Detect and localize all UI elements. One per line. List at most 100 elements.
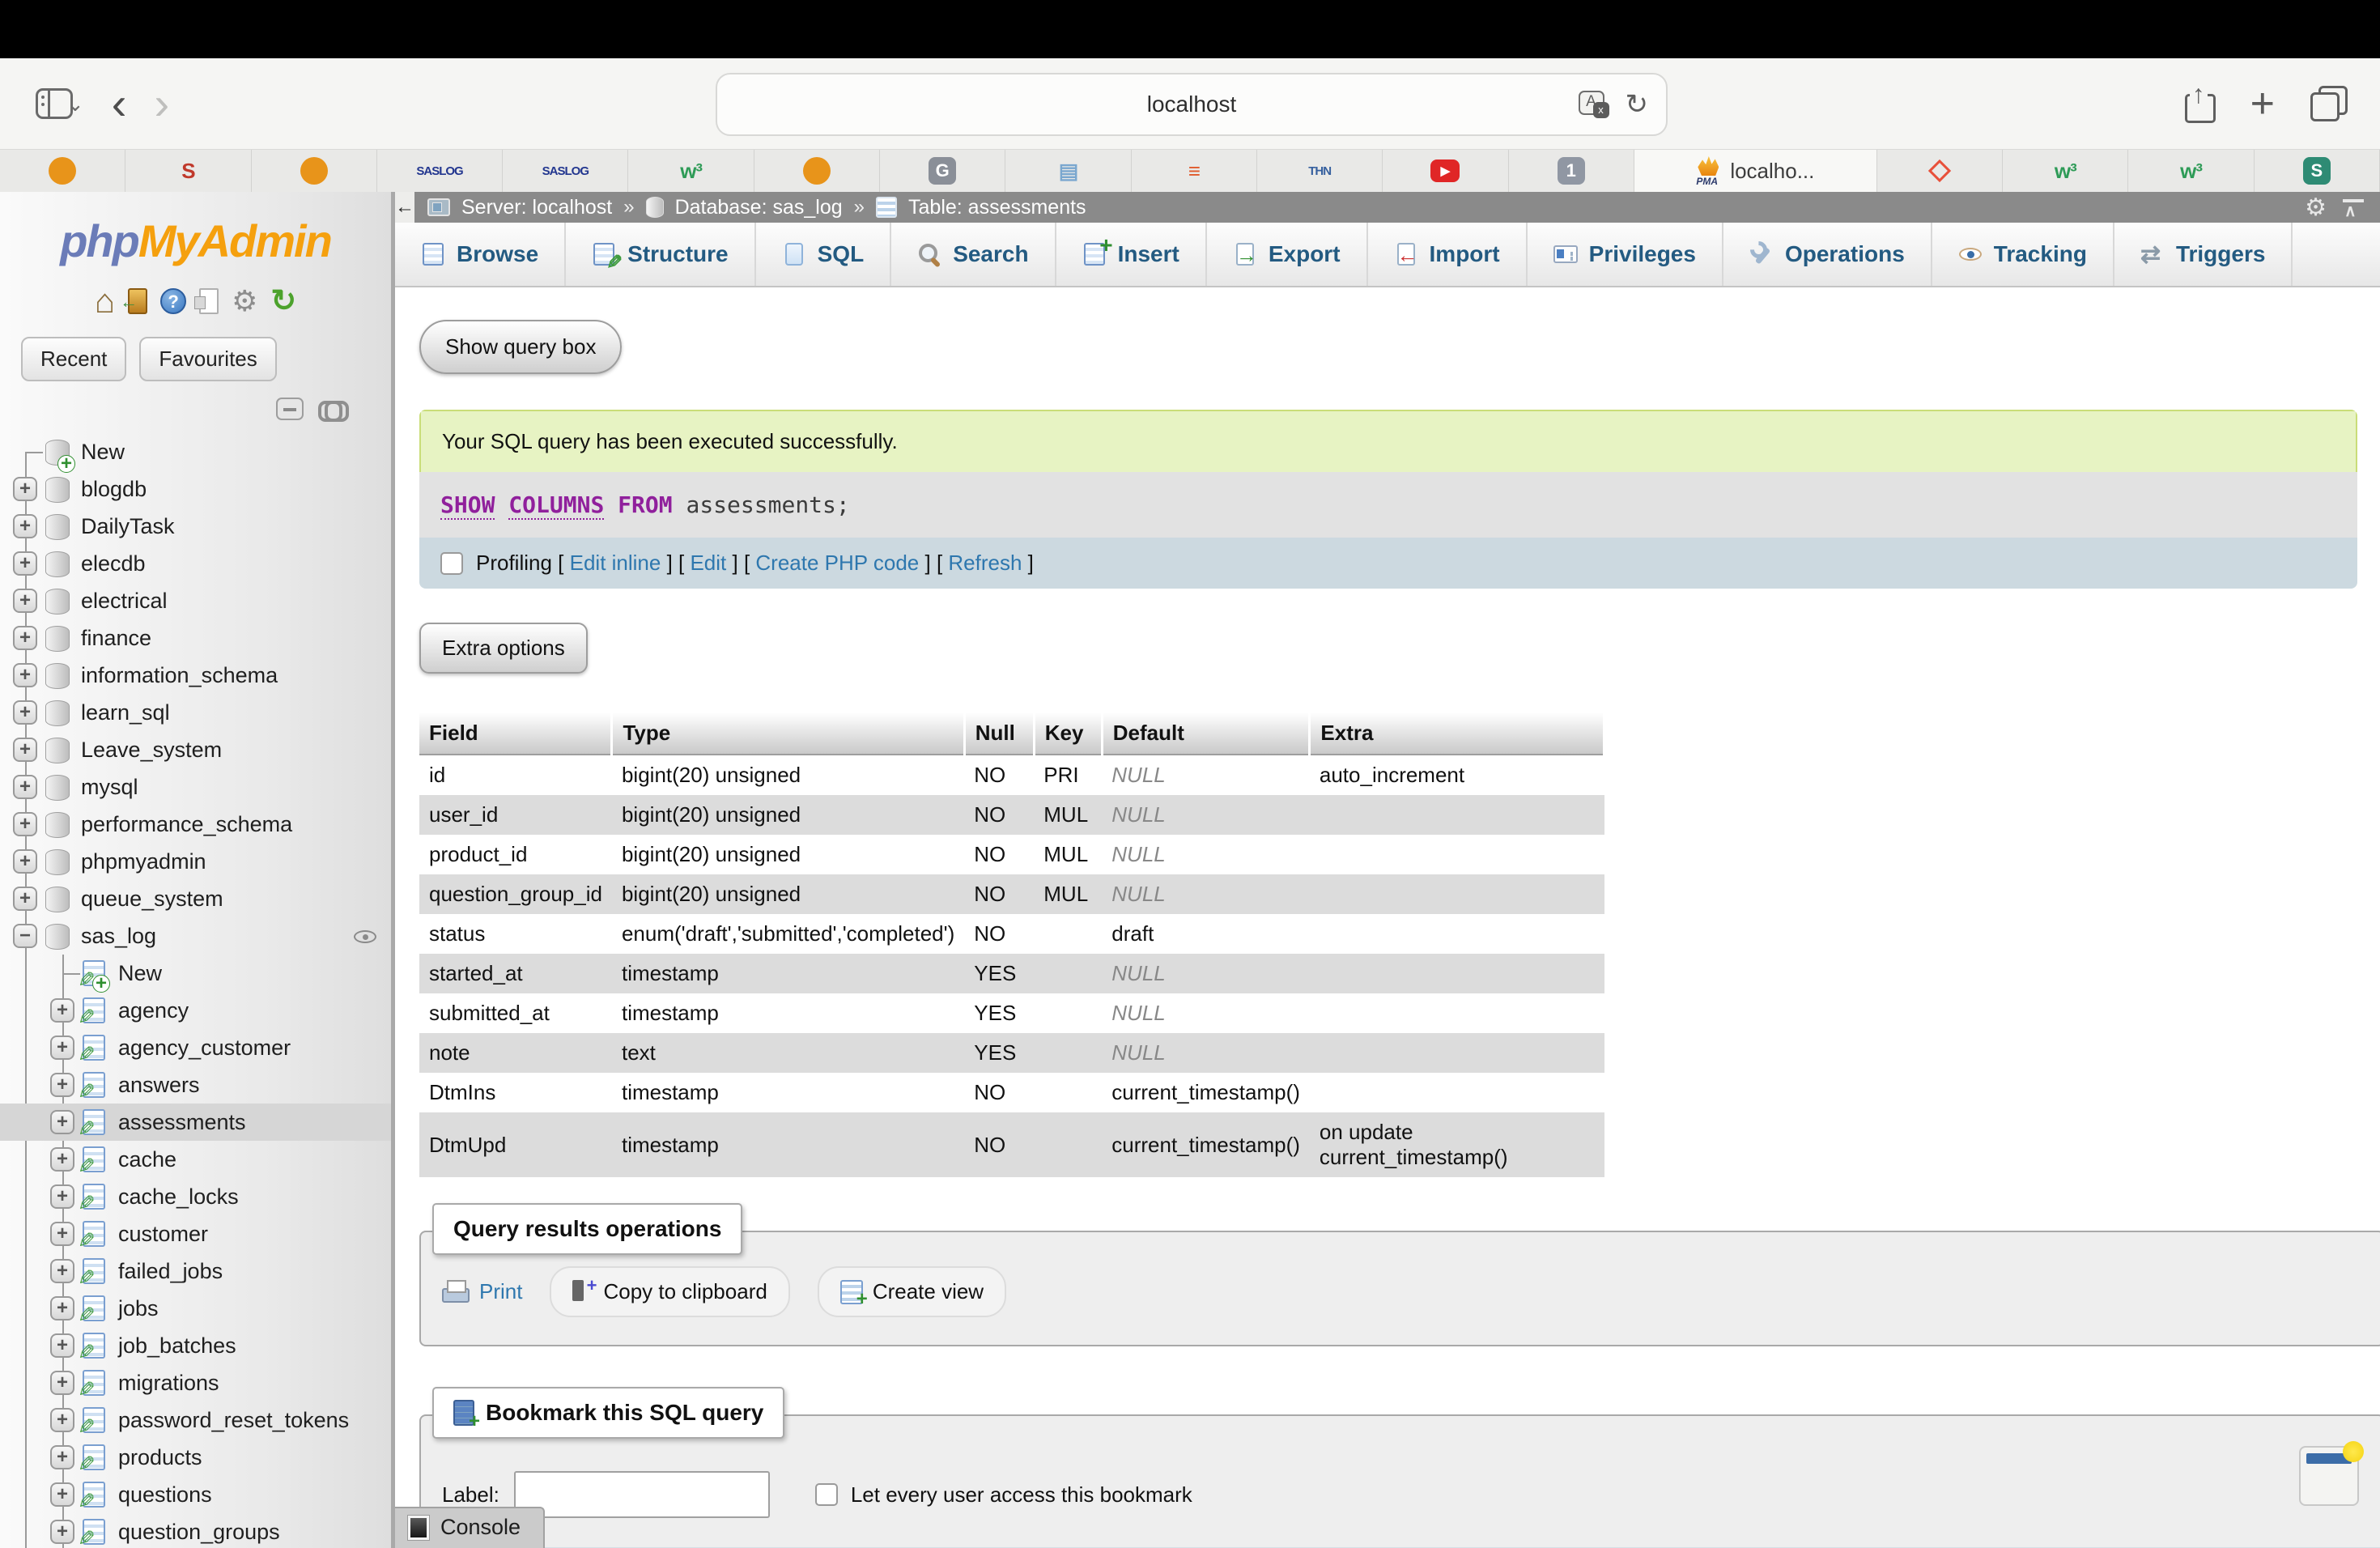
expand-plus-icon[interactable]: + xyxy=(50,998,74,1023)
reload-icon[interactable]: ↻ xyxy=(1626,88,1649,121)
browser-tab[interactable]: SASLOG xyxy=(377,150,503,192)
sidebar-item-failed-jobs[interactable]: +failed_jobs xyxy=(0,1252,391,1290)
browser-tab[interactable]: ≡ xyxy=(1132,150,1257,192)
translate-icon[interactable] xyxy=(1579,91,1609,118)
sidebar-item-new[interactable]: New xyxy=(0,433,391,470)
expand-plus-icon[interactable]: + xyxy=(50,1445,74,1469)
browser-tab[interactable]: w³ xyxy=(2128,150,2254,192)
sidebar-item-phpmyadmin[interactable]: +phpmyadmin xyxy=(0,843,391,880)
copy-to-clipboard-button[interactable]: Copy to clipboard xyxy=(550,1266,789,1317)
sidebar-item-agency[interactable]: +agency xyxy=(0,992,391,1029)
browser-tab[interactable]: THN xyxy=(1257,150,1383,192)
sidebar-item-dailytask[interactable]: +DailyTask xyxy=(0,508,391,545)
browser-tab[interactable] xyxy=(0,150,125,192)
expand-plus-icon[interactable]: + xyxy=(50,1147,74,1172)
expand-plus-icon[interactable]: + xyxy=(50,1110,74,1134)
tab-search[interactable]: Search xyxy=(891,223,1056,286)
new-tab-icon[interactable]: + xyxy=(2250,87,2275,120)
browser-tab[interactable]: 1 xyxy=(1509,150,1634,192)
browser-tab[interactable] xyxy=(1877,150,2003,192)
expand-plus-icon[interactable]: + xyxy=(13,700,37,725)
expand-plus-icon[interactable]: + xyxy=(50,1259,74,1283)
browser-tab[interactable]: w³ xyxy=(628,150,754,192)
sidebar-item-leave-system[interactable]: +Leave_system xyxy=(0,731,391,768)
profiling-checkbox[interactable] xyxy=(440,552,463,575)
expand-plus-icon[interactable]: + xyxy=(50,1333,74,1358)
new-window-icon[interactable] xyxy=(2299,1446,2359,1506)
expand-plus-icon[interactable]: + xyxy=(13,775,37,799)
sidebar-item-question-groups[interactable]: +question_groups xyxy=(0,1513,391,1548)
sidebar-item-electrical[interactable]: +electrical xyxy=(0,582,391,619)
expand-plus-icon[interactable]: + xyxy=(13,477,37,501)
browser-tab[interactable]: G xyxy=(880,150,1005,192)
sidebar-item-finance[interactable]: +finance xyxy=(0,619,391,657)
collapse-all-icon[interactable] xyxy=(276,398,304,420)
sidebar-item-answers[interactable]: +answers xyxy=(0,1066,391,1104)
sidebar-item-information-schema[interactable]: +information_schema xyxy=(0,657,391,694)
browser-tab[interactable]: ▶ xyxy=(1383,150,1508,192)
tab-browse[interactable]: Browse xyxy=(395,223,566,286)
sidebar-item-performance-schema[interactable]: +performance_schema xyxy=(0,806,391,843)
browser-tab[interactable]: ▤ xyxy=(1005,150,1131,192)
expand-plus-icon[interactable]: + xyxy=(50,1520,74,1544)
link-chain-icon[interactable] xyxy=(318,401,349,417)
print-link[interactable]: Print xyxy=(442,1279,522,1304)
content-back-button[interactable]: ← xyxy=(395,192,414,223)
sidebar-item-cache-locks[interactable]: +cache_locks xyxy=(0,1178,391,1215)
sidebar-item-job-batches[interactable]: +job_batches xyxy=(0,1327,391,1364)
expand-plus-icon[interactable]: + xyxy=(13,887,37,911)
collapse-minus-icon[interactable]: − xyxy=(13,924,37,948)
sidebar-item-cache[interactable]: +cache xyxy=(0,1141,391,1178)
expand-plus-icon[interactable]: + xyxy=(13,738,37,762)
refresh-link[interactable]: Refresh xyxy=(948,551,1022,575)
expand-plus-icon[interactable]: + xyxy=(50,1371,74,1395)
browser-tab[interactable]: S xyxy=(2255,150,2380,192)
create-php-code-link[interactable]: Create PHP code xyxy=(755,551,919,575)
browser-tab[interactable]: SASLOG xyxy=(503,150,628,192)
tab-privileges[interactable]: Privileges xyxy=(1528,223,1723,286)
expand-plus-icon[interactable]: + xyxy=(50,1482,74,1507)
tab-import[interactable]: Import xyxy=(1368,223,1528,286)
tab-triggers[interactable]: Triggers xyxy=(2114,223,2293,286)
expand-plus-icon[interactable]: + xyxy=(50,1222,74,1246)
share-icon[interactable] xyxy=(2182,84,2215,123)
expand-plus-icon[interactable]: + xyxy=(13,812,37,836)
browser-tab[interactable]: w³ xyxy=(2003,150,2128,192)
help-icon[interactable]: ? xyxy=(160,288,186,314)
browser-tab-active[interactable]: localho... xyxy=(1634,150,1877,192)
address-bar[interactable]: localhost ↻ xyxy=(716,73,1668,136)
expand-plus-icon[interactable]: + xyxy=(50,1408,74,1432)
breadcrumb-item[interactable]: Table: assessments xyxy=(908,196,1086,219)
expand-plus-icon[interactable]: + xyxy=(13,589,37,613)
bookmark-label-input[interactable] xyxy=(514,1471,770,1518)
sidebar-item-products[interactable]: +products xyxy=(0,1439,391,1476)
collapse-top-icon[interactable] xyxy=(2343,199,2364,215)
favourites-button[interactable]: Favourites xyxy=(139,337,276,381)
expand-plus-icon[interactable]: + xyxy=(13,626,37,650)
tab-sql[interactable]: SQL xyxy=(756,223,892,286)
sidebar-item-elecdb[interactable]: +elecdb xyxy=(0,545,391,582)
sidebar-item-sas-log[interactable]: −sas_log xyxy=(0,917,391,955)
console-toggle[interactable]: Console xyxy=(395,1507,545,1548)
sidebar-item-assessments[interactable]: +assessments xyxy=(0,1104,391,1141)
browser-tab[interactable] xyxy=(754,150,880,192)
browser-sidebar-toggle-icon[interactable] xyxy=(36,88,73,119)
browser-tab[interactable] xyxy=(252,150,377,192)
extra-options-button[interactable]: Extra options xyxy=(419,623,588,674)
docs-icon[interactable] xyxy=(199,288,219,314)
page-settings-gear-icon[interactable]: ⚙ xyxy=(2305,194,2327,222)
tab-export[interactable]: Export xyxy=(1207,223,1368,286)
show-query-box-button[interactable]: Show query box xyxy=(419,320,622,374)
bookmark-access-checkbox[interactable] xyxy=(815,1483,838,1506)
sidebar-item-customer[interactable]: +customer xyxy=(0,1215,391,1252)
expand-plus-icon[interactable]: + xyxy=(13,514,37,538)
sidebar-item-blogdb[interactable]: +blogdb xyxy=(0,470,391,508)
breadcrumb-item[interactable]: Server: localhost xyxy=(461,196,612,219)
tab-insert[interactable]: Insert xyxy=(1056,223,1207,286)
tab-overview-icon[interactable] xyxy=(2310,86,2348,121)
sidebar-item-queue-system[interactable]: +queue_system xyxy=(0,880,391,917)
sidebar-item-learn-sql[interactable]: +learn_sql xyxy=(0,694,391,731)
sidebar-item-questions[interactable]: +questions xyxy=(0,1476,391,1513)
sidebar-item-migrations[interactable]: +migrations xyxy=(0,1364,391,1401)
expand-plus-icon[interactable]: + xyxy=(13,849,37,874)
